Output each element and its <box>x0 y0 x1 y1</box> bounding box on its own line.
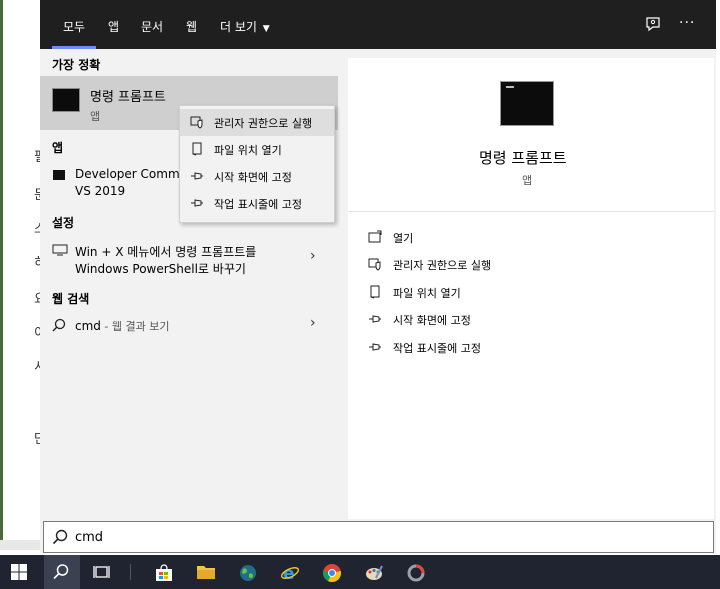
action-open-file-location-label: 파일 위치 열기 <box>393 287 461 300</box>
taskbar-internet-explorer[interactable]: e <box>272 555 308 589</box>
settings-item-powershell[interactable]: Win + X 메뉴에서 명령 프롬프트를 Windows PowerShell… <box>40 238 338 278</box>
taskbar-separator <box>130 564 131 580</box>
section-apps: 앱 <box>52 141 64 155</box>
search-icon <box>52 318 66 332</box>
section-best-match: 가장 정확 <box>52 58 101 72</box>
pin-icon <box>191 199 203 207</box>
tab-all[interactable]: 모두 <box>63 18 85 35</box>
pin-icon <box>369 343 381 351</box>
preview-title: 명령 프롬프트 <box>479 149 567 167</box>
web-query-text: cmd <box>75 319 101 333</box>
internet-explorer-icon: e <box>280 564 300 583</box>
context-item-label: 작업 표시줄에 고정 <box>214 198 302 211</box>
app-item-line2: VS 2019 <box>75 184 126 198</box>
context-pin-to-start[interactable]: 시작 화면에 고정 <box>180 163 334 190</box>
shield-icon <box>190 116 203 129</box>
svg-text:e: e <box>283 564 295 583</box>
earth-icon <box>240 565 256 581</box>
best-match-subtitle: 앱 <box>90 110 101 123</box>
paint-palette-icon <box>366 565 383 580</box>
folder-location-icon <box>370 285 380 299</box>
more-options-icon[interactable]: ··· <box>679 15 695 31</box>
taskbar-paint[interactable] <box>356 555 392 589</box>
app-ring-icon <box>407 564 425 582</box>
web-query: cmd - 웹 결과 보기 <box>75 318 169 334</box>
preview-subtitle: 앱 <box>522 174 533 187</box>
context-open-file-location[interactable]: 파일 위치 열기 <box>180 136 334 163</box>
command-prompt-icon <box>52 88 80 112</box>
folder-icon <box>197 566 215 579</box>
web-search-item[interactable]: cmd - 웹 결과 보기 › <box>40 313 338 339</box>
tab-apps[interactable]: 앱 <box>108 18 119 35</box>
setting-line1: Win + X 메뉴에서 명령 프롬프트를 <box>75 245 257 259</box>
action-run-as-admin-label: 관리자 권한으로 실행 <box>393 259 492 272</box>
chevron-right-icon: › <box>310 315 316 331</box>
chrome-icon <box>322 564 342 583</box>
background-scrollbar <box>0 540 40 550</box>
action-pin-to-taskbar-label: 작업 표시줄에 고정 <box>393 342 481 355</box>
context-item-label: 시작 화면에 고정 <box>214 171 292 184</box>
search-icon <box>52 529 68 545</box>
tab-more-label: 더 보기 <box>220 20 257 34</box>
chevron-down-icon: ▼ <box>262 24 270 34</box>
pin-icon <box>191 172 203 180</box>
task-view-button[interactable] <box>84 555 120 589</box>
background-window: 필 문 스 히 요 이 시 단 <box>0 0 46 545</box>
taskbar-app-globe[interactable] <box>230 555 266 589</box>
windows-logo-icon <box>11 564 27 580</box>
setting-line2: Windows PowerShell로 바꾸기 <box>75 262 246 276</box>
taskbar-chrome[interactable] <box>314 555 350 589</box>
preview-divider <box>348 211 714 212</box>
context-item-label: 관리자 권한으로 실행 <box>214 117 313 130</box>
feedback-icon[interactable] <box>645 16 661 32</box>
folder-location-icon <box>192 142 202 156</box>
start-button[interactable] <box>2 555 38 589</box>
pin-icon <box>369 315 381 323</box>
open-icon <box>368 230 382 243</box>
context-menu: 관리자 권한으로 실행 파일 위치 열기 시작 화면에 고정 작업 표시줄에 고… <box>179 105 335 223</box>
context-pin-to-taskbar[interactable]: 작업 표시줄에 고정 <box>180 190 334 217</box>
console-app-icon <box>53 170 65 180</box>
taskbar-file-explorer[interactable] <box>188 555 224 589</box>
taskbar-search-button[interactable] <box>44 555 80 589</box>
action-open-label: 열기 <box>393 232 414 245</box>
action-pin-to-start-label: 시작 화면에 고정 <box>393 314 471 327</box>
chevron-right-icon: › <box>310 248 316 264</box>
desktop-edge <box>0 0 3 545</box>
search-icon <box>53 564 69 580</box>
taskbar-app-circle[interactable] <box>398 555 434 589</box>
search-box[interactable] <box>43 521 714 553</box>
monitor-icon <box>52 244 68 256</box>
section-web-search: 웹 검색 <box>52 292 90 306</box>
web-query-suffix: - 웹 결과 보기 <box>100 320 170 333</box>
best-match-title: 명령 프롬프트 <box>90 90 166 105</box>
search-input[interactable]: cmd <box>75 530 103 545</box>
store-bag-icon <box>156 564 172 581</box>
command-prompt-large-icon <box>500 81 554 126</box>
task-view-icon <box>93 566 110 578</box>
shield-icon <box>368 258 381 271</box>
taskbar-store[interactable] <box>146 555 182 589</box>
tab-more[interactable]: 더 보기 ▼ <box>220 18 270 35</box>
context-item-label: 파일 위치 열기 <box>214 144 282 157</box>
app-item-line1: Developer Comm <box>75 167 180 181</box>
section-settings: 설정 <box>52 216 75 230</box>
tab-documents[interactable]: 문서 <box>141 18 163 35</box>
context-run-as-admin[interactable]: 관리자 권한으로 실행 <box>180 109 334 136</box>
tab-web[interactable]: 웹 <box>186 18 197 35</box>
